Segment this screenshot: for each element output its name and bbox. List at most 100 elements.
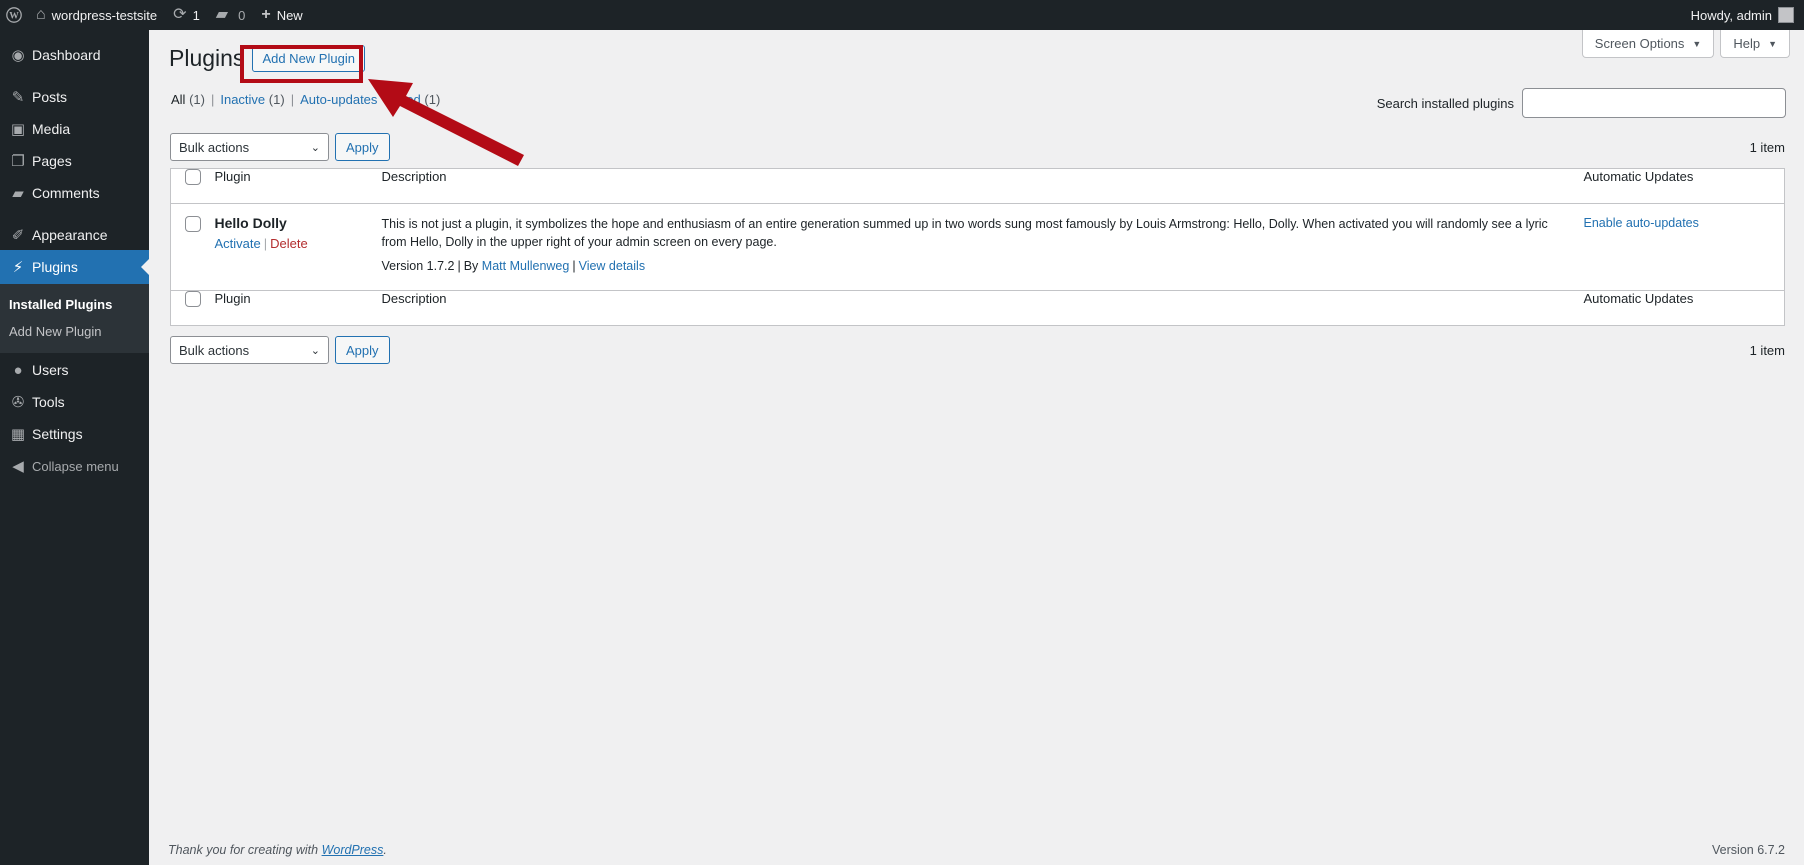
- menu-item-media[interactable]: ▣ Media: [0, 112, 149, 146]
- menu-item-users[interactable]: ● Users: [0, 353, 149, 387]
- menu-item-comments[interactable]: ▰ Comments: [0, 176, 149, 210]
- column-auto-updates: Automatic Updates: [1583, 168, 1785, 204]
- menu-item-dashboard[interactable]: ◉ Dashboard: [0, 38, 149, 72]
- collapse-label: Collapse menu: [32, 458, 119, 474]
- filter-auto-updates-label: Auto-updates: [300, 92, 378, 107]
- separator: |: [290, 92, 295, 107]
- updates-count: 1: [192, 7, 200, 23]
- column-auto-updates: Automatic Updates: [1583, 290, 1785, 326]
- menu-label: Plugins: [32, 259, 78, 275]
- footer: Thank you for creating with WordPress. V…: [168, 843, 1785, 857]
- menu-label: Posts: [32, 89, 68, 105]
- submenu-add-new-plugin[interactable]: Add New Plugin: [0, 318, 149, 345]
- menu-item-posts[interactable]: ✎ Posts: [0, 80, 149, 114]
- plugin-meta: Version 1.7.2 | By Matt Mullenweg | View det…: [382, 259, 1584, 273]
- bulk-actions-label: Bulk actions: [179, 139, 250, 155]
- updates-link[interactable]: ⟳ 1: [165, 0, 208, 30]
- comment-icon: ▰: [215, 6, 229, 23]
- menu-item-plugins[interactable]: ⚡ Plugins: [0, 250, 149, 284]
- new-content-link[interactable]: + New: [253, 0, 310, 30]
- apply-button-bottom[interactable]: Apply: [335, 336, 390, 364]
- item-count: 1 item: [1749, 139, 1785, 155]
- bulk-actions-label: Bulk actions: [179, 342, 250, 358]
- delete-link[interactable]: Delete: [270, 236, 308, 251]
- separator: |: [457, 259, 461, 273]
- filter-auto-updates-disabled[interactable]: led (1): [403, 92, 440, 107]
- thanks-text: Thank you for creating with: [168, 843, 319, 857]
- caret-down-icon: ▼: [1692, 38, 1702, 49]
- highlight-box: [240, 45, 363, 83]
- my-account-link[interactable]: Howdy, admin: [1683, 0, 1804, 30]
- plug-icon: ⚡: [12, 259, 24, 276]
- plugin-description: This is not just a plugin, it symbolizes…: [381, 217, 1548, 249]
- dashboard-icon: ◉: [11, 47, 25, 64]
- collapse-menu-button[interactable]: ◀ Collapse menu: [0, 449, 149, 483]
- table-footer-row: Plugin Description Automatic Updates: [170, 290, 1785, 326]
- submenu-installed-plugins[interactable]: Installed Plugins: [0, 291, 149, 318]
- author-link[interactable]: Matt Mullenweg: [482, 259, 570, 273]
- admin-menu: ◉ Dashboard ✎ Posts ▣ Media ❐ Pages ▰ Co…: [0, 30, 149, 865]
- filter-all[interactable]: All (1): [171, 92, 205, 107]
- wordpress-link[interactable]: WordPress: [322, 843, 384, 857]
- comments-link[interactable]: ▰ 0: [208, 0, 254, 30]
- apply-button[interactable]: Apply: [335, 133, 390, 161]
- auto-updates-cell: Enable auto-updates: [1584, 204, 1785, 291]
- bulk-actions-select[interactable]: Bulk actions ⌄: [170, 133, 329, 161]
- table-header-row: Plugin Description Automatic Updates: [170, 168, 1785, 204]
- page-title: Plugins: [169, 45, 245, 71]
- pages-icon: ❐: [11, 153, 25, 170]
- menu-label: Media: [32, 121, 71, 137]
- filter-count: (1): [189, 92, 205, 107]
- wrench-icon: ✇: [11, 394, 25, 411]
- filter-inactive[interactable]: Inactive (1): [220, 92, 284, 107]
- screen-options-button[interactable]: Screen Options ▼: [1581, 30, 1715, 58]
- select-all-cell: [170, 290, 215, 326]
- bulk-actions-select-bottom[interactable]: Bulk actions ⌄: [170, 336, 329, 364]
- activate-link[interactable]: Activate: [215, 236, 261, 251]
- plugin-description-cell: This is not just a plugin, it symbolizes…: [382, 204, 1584, 291]
- home-icon: ⌂: [36, 6, 46, 23]
- column-plugin: Plugin: [214, 168, 382, 204]
- separator: |: [263, 236, 268, 251]
- plus-icon: +: [261, 6, 271, 23]
- filter-inactive-label: Inactive: [220, 92, 266, 107]
- tablenav-top: Bulk actions ⌄ Apply 1 item: [170, 133, 1785, 161]
- menu-label: Tools: [32, 394, 65, 410]
- separator: |: [572, 259, 576, 273]
- row-checkbox-cell: [171, 204, 215, 291]
- select-all-checkbox[interactable]: [185, 169, 201, 185]
- help-label: Help: [1733, 36, 1761, 51]
- menu-item-appearance[interactable]: ✐ Appearance: [0, 218, 149, 252]
- menu-label: Comments: [32, 185, 100, 201]
- menu-label: Settings: [32, 426, 83, 442]
- search-input[interactable]: [1522, 88, 1786, 118]
- column-description: Description: [381, 168, 1584, 204]
- collapse-icon: ◀: [12, 458, 24, 475]
- updates-icon: ⟳: [173, 6, 187, 23]
- footer-thanks: Thank you for creating with WordPress.: [168, 843, 387, 857]
- menu-label: Pages: [32, 153, 72, 169]
- filter-count: (1): [268, 92, 285, 107]
- chevron-down-icon: ⌄: [310, 344, 320, 357]
- enable-auto-updates-link[interactable]: Enable auto-updates: [1584, 216, 1699, 230]
- filter-auto-updates[interactable]: Auto-updates: [300, 92, 377, 107]
- svg-text:W: W: [9, 11, 19, 22]
- tablenav-bottom: Bulk actions ⌄ Apply 1 item: [170, 336, 1785, 364]
- help-button[interactable]: Help ▼: [1720, 30, 1790, 58]
- menu-item-pages[interactable]: ❐ Pages: [0, 144, 149, 178]
- row-actions: Activate | Delete: [215, 236, 382, 251]
- site-name-link[interactable]: ⌂ wordpress-testsite: [28, 0, 165, 30]
- plugins-table: Plugin Description Automatic Updates Hel…: [170, 168, 1785, 326]
- pin-icon: ✎: [11, 89, 25, 106]
- menu-item-tools[interactable]: ✇ Tools: [0, 385, 149, 419]
- wordpress-logo-icon[interactable]: W: [0, 0, 28, 30]
- by-label: By: [463, 259, 479, 273]
- filter-count: (1): [424, 92, 441, 107]
- menu-item-settings[interactable]: ▦ Settings: [0, 417, 149, 451]
- row-checkbox[interactable]: [185, 216, 201, 232]
- view-details-link[interactable]: View details: [579, 259, 645, 273]
- select-all-checkbox-bottom[interactable]: [185, 291, 201, 307]
- plugin-name: Hello Dolly: [214, 215, 287, 231]
- thanks-suffix: .: [383, 843, 387, 857]
- comments-count: 0: [238, 7, 246, 23]
